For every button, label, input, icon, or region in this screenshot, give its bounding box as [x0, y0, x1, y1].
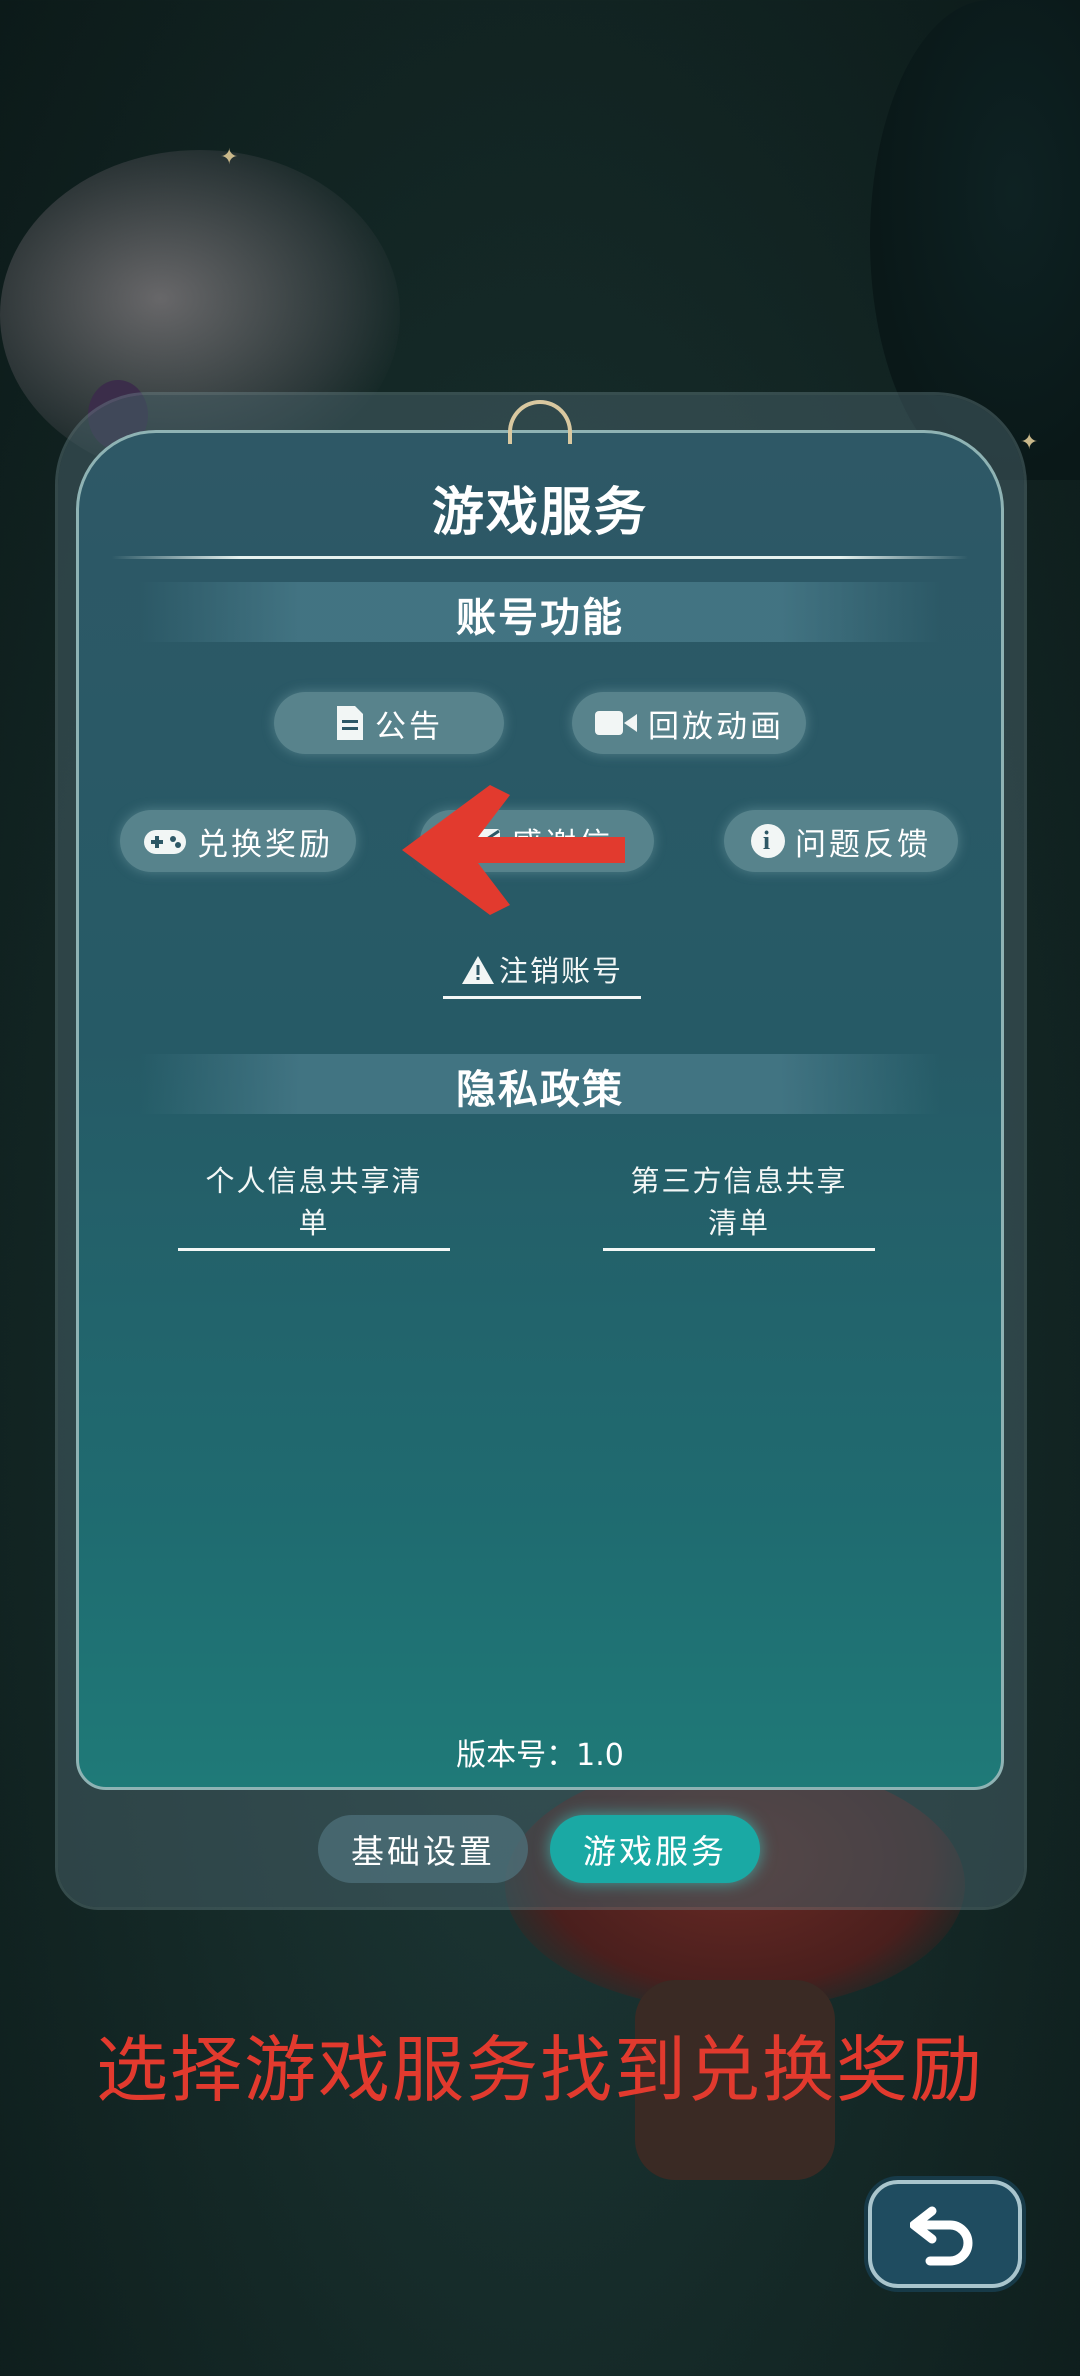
feedback-label: 问题反馈 — [795, 826, 931, 863]
personal-info-sharing-link[interactable]: 个人信息共享清单 — [178, 1158, 450, 1251]
dialog-title: 游戏服务 — [431, 483, 648, 543]
tab-game-services[interactable]: 游戏服务 — [550, 1815, 760, 1883]
privacy-section-heading: 隐私政策 — [456, 1067, 624, 1113]
announcement-button[interactable]: 公告 — [274, 692, 504, 754]
sparkle-icon: ✦ — [1020, 430, 1039, 455]
tab-basic-settings[interactable]: 基础设置 — [318, 1815, 528, 1883]
gamepad-icon — [144, 830, 186, 854]
account-section-heading: 账号功能 — [456, 595, 624, 641]
back-button[interactable] — [868, 2180, 1022, 2288]
replay-label: 回放动画 — [648, 708, 784, 745]
sparkle-icon: ✦ — [220, 145, 239, 170]
cancel-account-link[interactable]: 注销账号 — [443, 948, 642, 999]
redeem-rewards-button[interactable]: 兑换奖励 — [120, 810, 356, 872]
video-camera-icon — [595, 711, 637, 735]
info-icon: i — [751, 824, 785, 858]
tutorial-instruction: 选择游戏服务找到兑换奖励 — [95, 2028, 984, 2112]
document-icon — [337, 706, 363, 740]
feedback-button[interactable]: i 问题反馈 — [724, 810, 958, 872]
replay-button[interactable]: 回放动画 — [572, 692, 806, 754]
version-label: 版本号：1.0 — [456, 1738, 624, 1773]
title-divider — [112, 556, 968, 559]
back-arrow-icon — [910, 2206, 973, 2266]
redeem-rewards-label: 兑换奖励 — [197, 826, 333, 863]
warning-icon — [462, 956, 494, 984]
tutorial-arrow — [402, 785, 625, 915]
third-party-sharing-link[interactable]: 第三方信息共享清单 — [603, 1158, 875, 1251]
announcement-label: 公告 — [375, 708, 443, 745]
cancel-account-label: 注销账号 — [499, 954, 624, 988]
